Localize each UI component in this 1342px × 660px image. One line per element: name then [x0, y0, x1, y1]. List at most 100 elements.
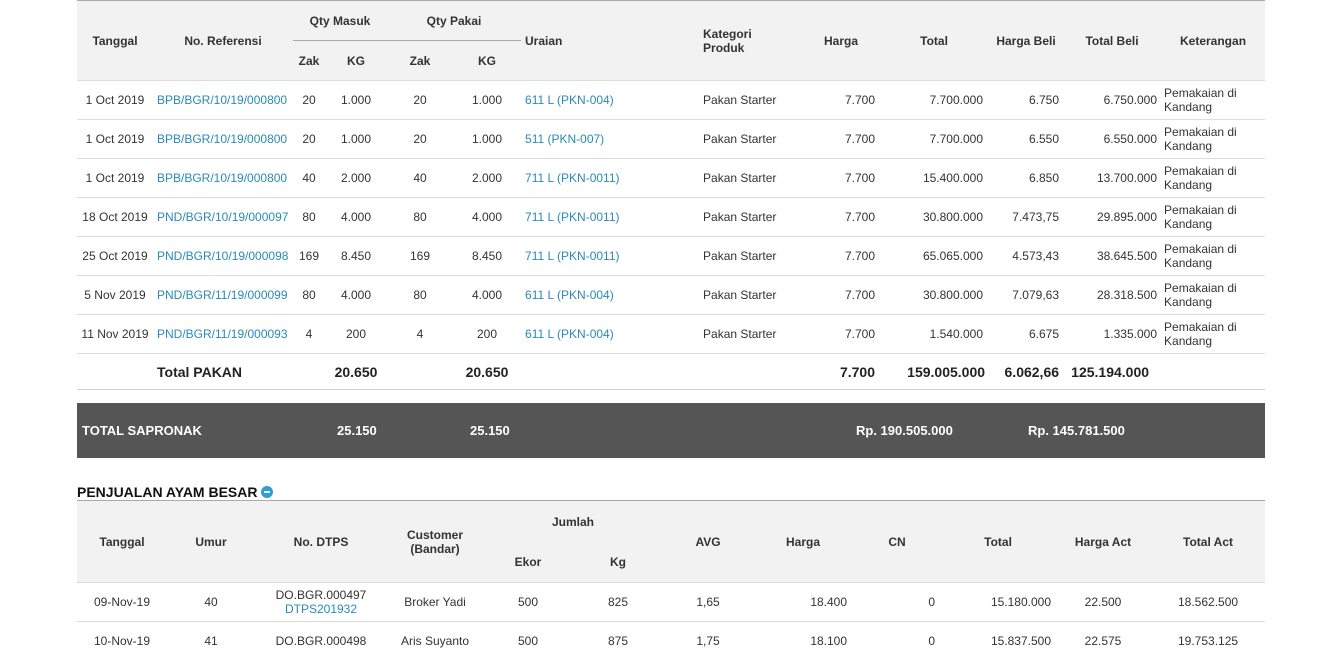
row-tanggal-cell: 1 Oct 2019	[77, 81, 153, 120]
col-harga: Harga	[803, 1, 879, 81]
row-uraian-link[interactable]: 611 L (PKN-004)	[525, 288, 614, 302]
row-total-beli: 28.318.500	[1097, 288, 1157, 302]
pakan-total-harga: 7.700	[803, 354, 879, 390]
row-no-referensi-link[interactable]: BPB/BGR/10/19/000800	[157, 93, 287, 107]
ayam-dtps-cell: DO.BGR.000497DTPS201932	[255, 583, 387, 622]
row-total-beli-cell: 6.550.000	[1063, 120, 1161, 159]
row-kg-pakai: 1.000	[472, 132, 502, 146]
ayam-customer: Broker Yadi	[404, 595, 466, 609]
col-zak-masuk: Zak	[293, 41, 325, 81]
row-keterangan-cell: Pemakaian di Kandang	[1161, 120, 1265, 159]
table-row: 1 Oct 2019BPB/BGR/10/19/000800201.000201…	[77, 120, 1265, 159]
row-kg-pakai-cell: 4.000	[453, 276, 521, 315]
row-harga-cell: 7.700	[803, 120, 879, 159]
ayam-total-act-cell: 18.562.500	[1151, 583, 1265, 622]
row-keterangan-cell: Pemakaian di Kandang	[1161, 237, 1265, 276]
ayam-umur: 41	[204, 634, 217, 648]
row-harga-cell: 7.700	[803, 198, 879, 237]
row-uraian-link-cell: 611 L (PKN-004)	[521, 315, 703, 354]
row-uraian-link[interactable]: 711 L (PKN-0011)	[525, 171, 620, 185]
table-row: 11 Nov 2019PND/BGR/11/19/000093420042006…	[77, 315, 1265, 354]
row-kg-masuk-cell: 8.450	[325, 237, 387, 276]
row-uraian-link[interactable]: 611 L (PKN-004)	[525, 327, 614, 341]
row-no-referensi-link[interactable]: PND/BGR/10/19/000098	[157, 249, 288, 263]
row-zak-pakai-cell: 40	[387, 159, 453, 198]
row-no-referensi-link[interactable]: BPB/BGR/10/19/000800	[157, 132, 287, 146]
row-harga-beli: 6.850	[1029, 171, 1059, 185]
ayam-harga-act: 22.500	[1085, 595, 1122, 609]
row-no-referensi-link[interactable]: BPB/BGR/10/19/000800	[157, 171, 287, 185]
ayam-harga: 18.400	[810, 595, 847, 609]
row-uraian-link[interactable]: 611 L (PKN-004)	[525, 93, 614, 107]
row-uraian-link-cell: 711 L (PKN-0011)	[521, 198, 703, 237]
row-zak-masuk: 40	[302, 171, 315, 185]
ayam-dtps-link[interactable]: DTPS201932	[259, 602, 383, 616]
ayam-table: Tanggal Umur No. DTPS Customer (Bandar) …	[77, 500, 1265, 660]
row-keterangan: Pemakaian di Kandang	[1164, 203, 1246, 231]
ayam-section: Tanggal Umur No. DTPS Customer (Bandar) …	[77, 500, 1265, 660]
row-tanggal: 1 Oct 2019	[86, 132, 145, 146]
col-total: Total	[879, 1, 989, 81]
row-total: 15.400.000	[923, 171, 983, 185]
row-kg-pakai: 4.000	[472, 288, 502, 302]
row-total-cell: 7.700.000	[879, 120, 989, 159]
ayam-kg: 875	[608, 634, 628, 648]
table-row: 09-Nov-19 40 DO.BGR.000497DTPS201932 Broker…	[77, 583, 1265, 622]
row-kg-pakai: 1.000	[472, 93, 502, 107]
row-kg-masuk: 2.000	[341, 171, 371, 185]
total-sapronak-bar: TOTAL SAPRONAK 25.150 25.150 Rp. 190.505…	[77, 403, 1265, 458]
table-row: 10-Nov-1941DO.BGR.000498Aris Suyanto5008…	[77, 622, 1265, 660]
ayam-avg-cell: 1,65	[663, 583, 753, 622]
row-harga-cell: 7.700	[803, 159, 879, 198]
row-no-referensi-link-cell: PND/BGR/10/19/000098	[153, 237, 293, 276]
row-tanggal: 1 Oct 2019	[86, 93, 145, 107]
sapronak-total: Rp. 190.505.000	[856, 423, 953, 438]
row-kg-pakai: 200	[477, 327, 497, 341]
row-no-referensi-link[interactable]: PND/BGR/11/19/000099	[157, 288, 288, 302]
row-harga: 7.700	[845, 171, 875, 185]
row-uraian-link[interactable]: 711 L (PKN-0011)	[525, 210, 620, 224]
row-uraian-link-cell: 711 L (PKN-0011)	[521, 159, 703, 198]
ayam-harga-act-cell: 22.500	[1055, 583, 1151, 622]
row-uraian-link[interactable]: 511 (PKN-007)	[525, 132, 604, 146]
ayam-umur: 40	[204, 595, 217, 609]
ayam-tanggal: 09-Nov-19	[94, 595, 150, 609]
row-kg-masuk: 200	[346, 327, 366, 341]
row-zak-pakai: 169	[410, 249, 430, 263]
ayam-total-act: 19.753.125	[1178, 634, 1238, 648]
ayam-total-act: 18.562.500	[1178, 595, 1238, 609]
penjualan-title-text: PENJUALAN AYAM BESAR	[77, 484, 257, 500]
ayam-avg: 1,75	[696, 634, 719, 648]
row-zak-masuk: 80	[302, 288, 315, 302]
row-tanggal-cell: 5 Nov 2019	[77, 276, 153, 315]
collapse-minus-icon[interactable]	[261, 486, 273, 498]
pakan-total-row: Total PAKAN 20.650 20.650 7.700 159.005.…	[77, 354, 1265, 390]
row-tanggal-cell: 1 Oct 2019	[77, 159, 153, 198]
row-zak-pakai: 4	[417, 327, 424, 341]
row-kategori-cell: Pakan Starter	[703, 237, 803, 276]
ayam-customer: Aris Suyanto	[401, 634, 469, 648]
row-total: 30.800.000	[923, 288, 983, 302]
row-zak-pakai-cell: 80	[387, 198, 453, 237]
row-total-cell: 30.800.000	[879, 276, 989, 315]
row-total-cell: 65.065.000	[879, 237, 989, 276]
pakan-total-label: Total PAKAN	[153, 354, 293, 390]
row-total-beli: 38.645.500	[1097, 249, 1157, 263]
ayam-umur-cell: 40	[167, 583, 255, 622]
row-no-referensi-link[interactable]: PND/BGR/10/19/000097	[157, 210, 288, 224]
row-no-referensi-link-cell: PND/BGR/10/19/000097	[153, 198, 293, 237]
row-uraian-link[interactable]: 711 L (PKN-0011)	[525, 249, 620, 263]
row-total-beli-cell: 28.318.500	[1063, 276, 1161, 315]
row-harga-beli-cell: 6.750	[989, 81, 1063, 120]
ayam-total-cell: 15.837.500	[941, 622, 1055, 660]
ayam-col-cn: CN	[853, 501, 941, 583]
ayam-col-tanggal: Tanggal	[77, 501, 167, 583]
row-harga-cell: 7.700	[803, 81, 879, 120]
row-zak-masuk-cell: 20	[293, 120, 325, 159]
ayam-harga-cell: 18.400	[753, 583, 853, 622]
row-no-referensi-link[interactable]: PND/BGR/11/19/000093	[157, 327, 288, 341]
ayam-tanggal-cell: 10-Nov-19	[77, 622, 167, 660]
col-no-referensi: No. Referensi	[153, 1, 293, 81]
pakan-section: Tanggal No. Referensi Qty Masuk Qty Paka…	[77, 0, 1265, 390]
row-harga-beli-cell: 4.573,43	[989, 237, 1063, 276]
